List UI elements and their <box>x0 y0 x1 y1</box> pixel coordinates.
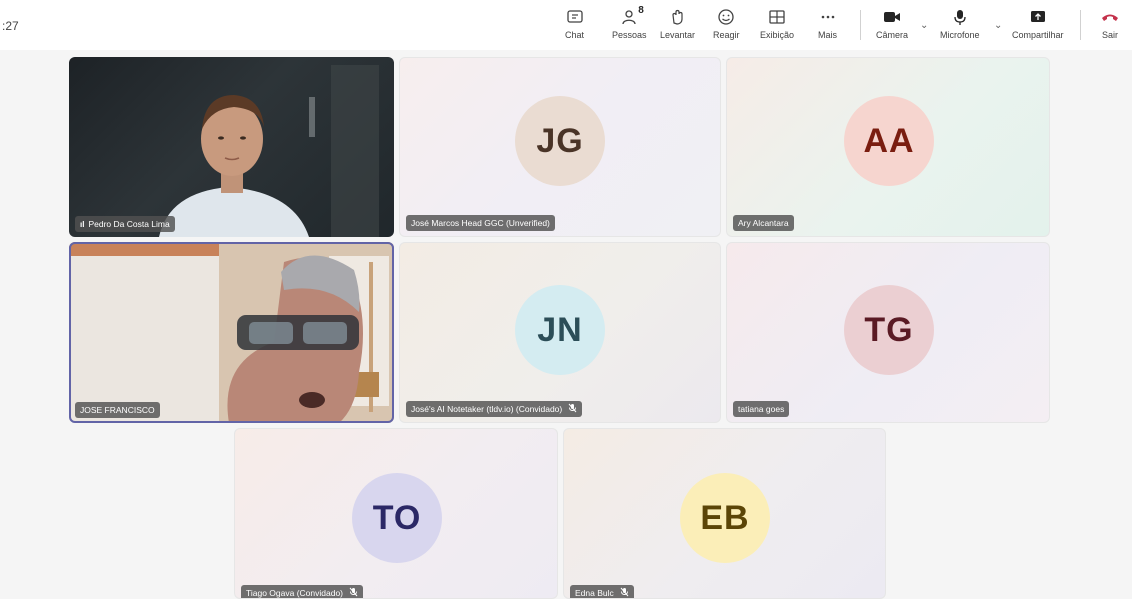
toolbar-divider <box>860 10 861 40</box>
raise-hand-button[interactable]: Levantar <box>660 6 695 46</box>
more-icon <box>819 6 837 28</box>
participant-tile[interactable]: JG José Marcos Head GGC (Unverified) <box>399 57 721 237</box>
microphone-button[interactable]: Microfone <box>940 6 980 46</box>
participant-name: Pedro Da Costa Lima <box>88 219 170 229</box>
participant-tile[interactable]: AA Ary Alcantara <box>726 57 1050 237</box>
participant-tile[interactable]: TG tatiana goes <box>726 242 1050 423</box>
participant-name-tag: Tiago Ogava (Convidado) <box>241 585 364 598</box>
participant-name-tag: tatiana goes <box>733 401 790 417</box>
participant-avatar: JG <box>515 96 605 186</box>
video-gallery: ıl Pedro Da Costa Lima JG José Marcos He… <box>0 50 1132 599</box>
participant-avatar: TO <box>352 473 442 563</box>
participant-tile-video-active-speaker[interactable]: JOSE FRANCISCO <box>69 242 394 423</box>
participant-tile[interactable]: TO Tiago Ogava (Convidado) <box>234 428 558 599</box>
participant-tile[interactable]: EB Edna Bulc <box>563 428 886 599</box>
participant-name-tag: José Marcos Head GGC (Unverified) <box>406 215 555 231</box>
participant-avatar: AA <box>844 96 934 186</box>
participant-name-tag: JOSE FRANCISCO <box>75 402 160 418</box>
participant-video-feed <box>69 242 394 423</box>
microphone-off-icon <box>349 587 358 598</box>
participant-name-tag: Edna Bulc <box>570 585 634 598</box>
view-button[interactable]: Exibição <box>760 6 794 46</box>
participant-video-feed <box>159 65 379 237</box>
participant-avatar: TG <box>844 285 934 375</box>
people-icon: 8 <box>620 5 644 28</box>
participant-name: José's AI Notetaker (tldv.io) (Convidado… <box>411 404 563 414</box>
share-screen-icon <box>1028 6 1048 28</box>
meeting-toolbar: :27 Chat 8 Pessoas Levantar Reagir Exibi… <box>0 0 1132 50</box>
meeting-timer: :27 <box>2 19 19 33</box>
camera-options-chevron-icon[interactable]: ⌄ <box>920 20 928 31</box>
hand-icon <box>669 6 687 28</box>
participant-avatar: JN <box>515 285 605 375</box>
participant-name: Ary Alcantara <box>738 218 789 228</box>
more-button[interactable]: Mais <box>818 6 837 46</box>
grid-view-icon <box>768 6 786 28</box>
share-button[interactable]: Compartilhar <box>1012 6 1064 46</box>
participant-tile-video[interactable]: ıl Pedro Da Costa Lima <box>69 57 394 237</box>
microphone-options-chevron-icon[interactable]: ⌄ <box>994 20 1002 31</box>
signal-strength-icon: ıl <box>80 219 85 229</box>
participant-avatar: EB <box>680 473 770 563</box>
hang-up-icon <box>1100 6 1120 28</box>
leave-button[interactable]: Sair <box>1100 6 1120 46</box>
participant-name-tag: José's AI Notetaker (tldv.io) (Convidado… <box>406 401 583 417</box>
smiley-icon <box>717 6 735 28</box>
participant-tile[interactable]: JN José's AI Notetaker (tldv.io) (Convid… <box>399 242 721 423</box>
camera-button[interactable]: Câmera <box>876 6 908 46</box>
people-button[interactable]: 8 Pessoas <box>612 5 647 46</box>
participant-name: Edna Bulc <box>575 588 614 598</box>
participant-name: José Marcos Head GGC (Unverified) <box>411 218 550 228</box>
microphone-off-icon <box>568 403 577 415</box>
participant-name: tatiana goes <box>738 404 785 414</box>
participant-name: Tiago Ogava (Convidado) <box>246 588 344 598</box>
participant-name-tag: ıl Pedro Da Costa Lima <box>75 216 175 232</box>
microphone-icon <box>951 6 969 28</box>
participant-name-tag: Ary Alcantara <box>733 215 794 231</box>
microphone-off-icon <box>620 587 629 598</box>
chat-icon <box>566 6 584 28</box>
chat-button[interactable]: Chat <box>565 6 584 46</box>
toolbar-divider <box>1080 10 1081 40</box>
react-button[interactable]: Reagir <box>713 6 740 46</box>
participant-name: JOSE FRANCISCO <box>80 405 155 415</box>
camera-icon <box>882 6 902 28</box>
people-count: 8 <box>638 5 644 16</box>
